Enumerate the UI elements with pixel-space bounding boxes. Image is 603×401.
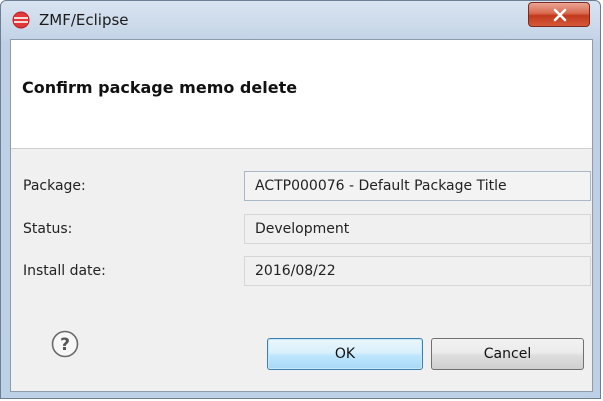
status-label: Status: (23, 221, 73, 237)
package-field[interactable]: ACTP000076 - Default Package Title (244, 171, 591, 201)
title-bar[interactable]: ZMF/Eclipse (1, 1, 600, 39)
ok-button[interactable]: OK (267, 338, 423, 370)
install-date-label: Install date: (23, 263, 106, 279)
dialog-header: Confirm package memo delete (11, 40, 592, 149)
svg-text:?: ? (60, 335, 70, 355)
dialog-heading: Confirm package memo delete (22, 78, 298, 97)
dialog-window: ZMF/Eclipse Confirm package memo delete … (0, 0, 601, 399)
window-title: ZMF/Eclipse (39, 11, 129, 29)
help-icon[interactable]: ? (50, 329, 80, 359)
status-field: Development (244, 214, 591, 244)
install-date-field: 2016/08/22 (244, 256, 591, 286)
eclipse-icon (12, 11, 30, 29)
dialog-content: Confirm package memo delete Package: ACT… (10, 39, 593, 392)
cancel-button[interactable]: Cancel (431, 338, 584, 370)
close-icon (553, 8, 567, 22)
package-label: Package: (23, 178, 86, 194)
close-button[interactable] (528, 2, 590, 27)
